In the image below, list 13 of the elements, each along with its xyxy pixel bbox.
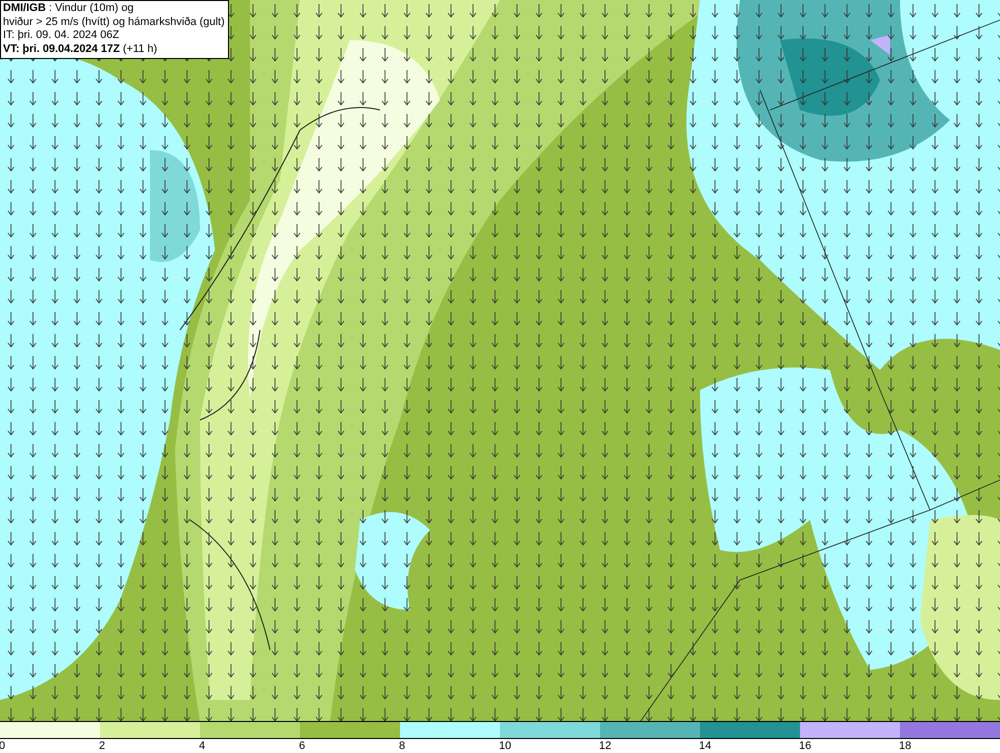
scale-tick-label: 12: [599, 740, 612, 752]
scale-tick-label: 16: [799, 740, 812, 752]
scale-tick-label: 6: [299, 740, 306, 752]
scale-tick-label: 14: [699, 740, 712, 752]
header-line: hviður > 25 m/s (hvítt) og hámarkshviða (gult): [3, 16, 225, 29]
header-line: VT: þri. 09.04.2024 17Z (+11 h): [3, 42, 158, 56]
scale-tick-label: 18: [899, 740, 912, 752]
header-line: DMI/IGB : Vindur (10m) og: [3, 2, 135, 16]
scale-tick-label: 8: [399, 740, 406, 752]
scale-tick-label: 4: [199, 740, 206, 752]
header-line: IT: þri. 09. 04. 2024 06Z: [3, 29, 120, 42]
scale-tick-label: 2: [99, 740, 106, 752]
scale-tick-label: 10: [499, 740, 512, 752]
